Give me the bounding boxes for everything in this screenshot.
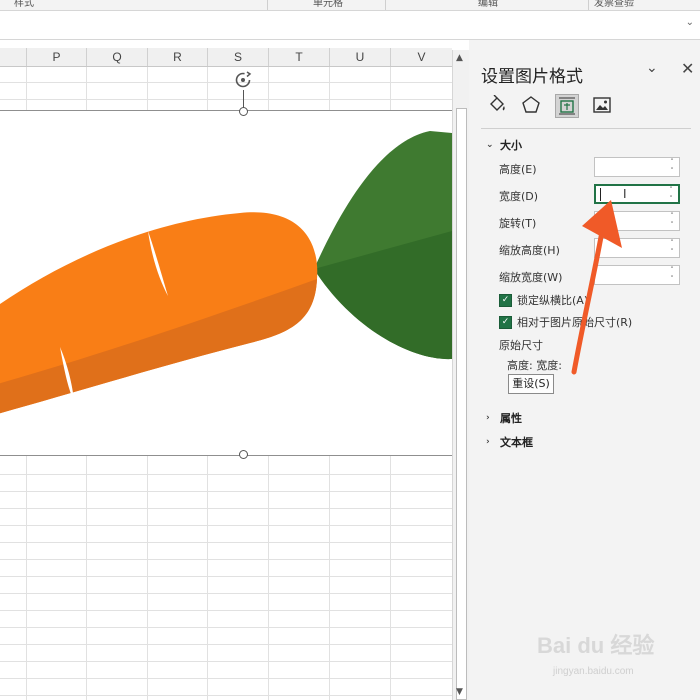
watermark-logo: Bai du 经验 bbox=[537, 633, 655, 658]
ribbon-group-editing: 编辑 bbox=[478, 0, 498, 9]
section-size-header[interactable]: ⌄ 大小 bbox=[486, 137, 522, 153]
reset-button[interactable]: 重设(S) bbox=[508, 374, 554, 394]
scale-width-label: 缩放宽度(W) bbox=[499, 271, 563, 284]
baidu-watermark: Bai du 经验 jingyan.baidu.com bbox=[537, 628, 677, 688]
scroll-up-icon[interactable]: ▲ bbox=[456, 53, 463, 63]
original-dimensions: 高度: 宽度: bbox=[507, 359, 562, 372]
column-header-v[interactable]: V bbox=[391, 48, 452, 66]
height-spin-arrows[interactable]: ˄ ˅ bbox=[667, 158, 677, 176]
effects-tab-icon[interactable] bbox=[520, 94, 542, 116]
column-header-u[interactable]: U bbox=[330, 48, 391, 66]
height-input[interactable]: ˄ ˅ bbox=[594, 157, 680, 177]
ribbon-group-styles: 样式 bbox=[14, 0, 34, 9]
chevron-right-icon: › bbox=[486, 413, 490, 423]
ribbon-group-cells: 单元格 bbox=[313, 0, 343, 9]
ibeam-cursor-icon: I bbox=[623, 187, 627, 201]
section-size-label: 大小 bbox=[500, 139, 522, 152]
carrot-image bbox=[0, 131, 452, 414]
rotation-spin-arrows[interactable]: ˄ ˅ bbox=[667, 212, 677, 230]
close-icon[interactable]: ✕ bbox=[681, 59, 694, 78]
width-spin-arrows[interactable]: ˄ ˅ bbox=[666, 186, 676, 204]
original-size-label: 原始尺寸 bbox=[499, 339, 543, 352]
ribbon-group-invoice: 发票查验 bbox=[594, 0, 634, 9]
relative-original-size-checkbox[interactable]: ✓ 相对于图片原始尺寸(R) bbox=[499, 314, 632, 330]
section-properties-label: 属性 bbox=[500, 412, 522, 425]
height-value[interactable] bbox=[597, 159, 659, 173]
chevron-right-icon: › bbox=[486, 437, 490, 447]
size-properties-tab-icon[interactable] bbox=[555, 94, 579, 118]
column-header-bar: P Q R S T U V bbox=[0, 48, 452, 67]
format-picture-pane: 设置图片格式 ⌄ ✕ ⌄ 大小 高度(E) ˄ ˅ 宽度(D) I ˄ ˅ 旋转… bbox=[469, 40, 700, 700]
lock-aspect-ratio-label: 锁定纵横比(A) bbox=[517, 294, 589, 307]
rotation-input[interactable]: ˄ ˅ bbox=[594, 211, 680, 231]
formula-bar-expand-icon[interactable]: ⌄ bbox=[686, 17, 694, 28]
column-header-r[interactable]: R bbox=[148, 48, 208, 66]
section-textbox-header[interactable]: › 文本框 bbox=[486, 434, 533, 450]
ribbon-group-labels: 样式 单元格 编辑 发票查验 bbox=[0, 0, 700, 11]
fill-line-tab-icon[interactable] bbox=[486, 94, 508, 116]
chevron-down-icon: ⌄ bbox=[486, 140, 494, 150]
chevron-down-icon[interactable]: ⌄ bbox=[646, 60, 658, 76]
width-label: 宽度(D) bbox=[499, 190, 539, 203]
text-cursor bbox=[600, 188, 601, 201]
rotate-handle-icon[interactable] bbox=[233, 70, 253, 90]
scale-width-value[interactable] bbox=[597, 267, 659, 281]
vertical-scrollbar[interactable]: ▲ ▼ bbox=[452, 50, 469, 700]
formula-bar[interactable]: ⌄ bbox=[0, 11, 700, 40]
selected-picture-carrot[interactable] bbox=[0, 107, 452, 459]
relative-original-size-label: 相对于图片原始尺寸(R) bbox=[517, 316, 633, 329]
scale-height-value[interactable] bbox=[597, 240, 659, 254]
column-header-partial[interactable] bbox=[0, 48, 27, 66]
rotation-label: 旋转(T) bbox=[499, 217, 537, 230]
rotation-value[interactable] bbox=[597, 213, 659, 227]
scale-width-spin-arrows[interactable]: ˄ ˅ bbox=[667, 266, 677, 284]
column-header-q[interactable]: Q bbox=[87, 48, 148, 66]
column-header-t[interactable]: T bbox=[269, 48, 330, 66]
column-header-s[interactable]: S bbox=[208, 48, 269, 66]
width-input[interactable]: I ˄ ˅ bbox=[594, 184, 680, 204]
picture-tab-icon[interactable] bbox=[591, 94, 613, 116]
watermark-url: jingyan.baidu.com bbox=[553, 666, 634, 677]
worksheet[interactable]: P Q R S T U V bbox=[0, 40, 452, 700]
resize-handle-top[interactable] bbox=[239, 107, 248, 116]
scroll-down-icon[interactable]: ▼ bbox=[456, 687, 463, 697]
width-value[interactable] bbox=[598, 187, 660, 201]
height-label: 高度(E) bbox=[499, 163, 537, 176]
checkmark-icon[interactable]: ✓ bbox=[499, 293, 512, 307]
checkmark-icon[interactable]: ✓ bbox=[499, 315, 512, 329]
scale-height-spin-arrows[interactable]: ˄ ˅ bbox=[667, 239, 677, 257]
section-textbox-label: 文本框 bbox=[500, 436, 533, 449]
scrollbar-thumb[interactable] bbox=[456, 108, 467, 700]
scale-height-label: 缩放高度(H) bbox=[499, 244, 560, 257]
scale-width-input[interactable]: ˄ ˅ bbox=[594, 265, 680, 285]
pane-title: 设置图片格式 bbox=[481, 67, 583, 87]
section-properties-header[interactable]: › 属性 bbox=[486, 410, 522, 426]
resize-handle-bottom[interactable] bbox=[239, 450, 248, 459]
lock-aspect-ratio-checkbox[interactable]: ✓ 锁定纵横比(A) bbox=[499, 292, 588, 308]
scale-height-input[interactable]: ˄ ˅ bbox=[594, 238, 680, 258]
column-header-p[interactable]: P bbox=[27, 48, 87, 66]
